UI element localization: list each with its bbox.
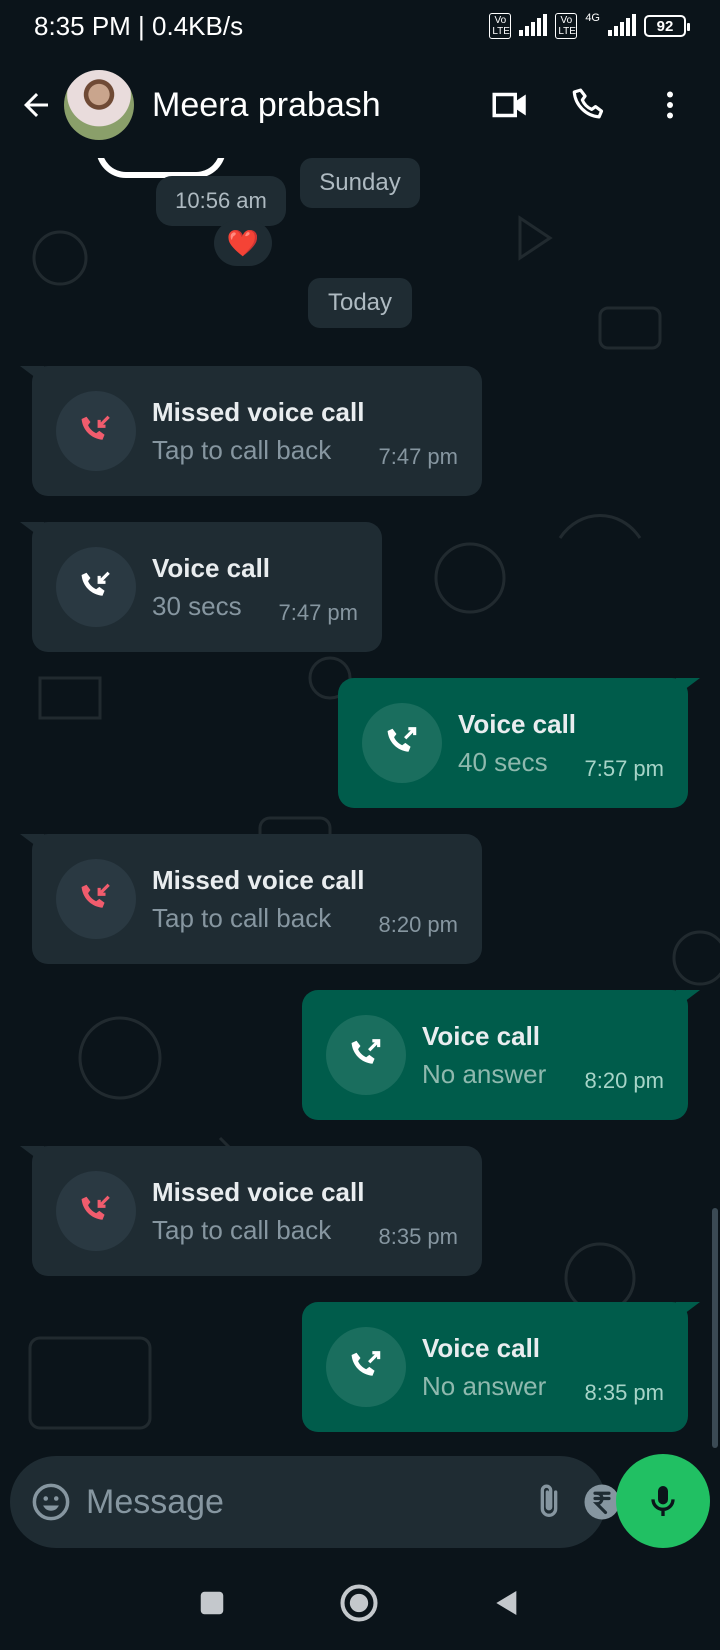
call-title: Voice call	[152, 553, 271, 583]
video-call-icon	[492, 92, 526, 118]
recent-apps-icon[interactable]	[197, 1588, 227, 1618]
call-icon-wrap	[326, 1015, 406, 1095]
mic-icon	[651, 1486, 675, 1516]
back-icon[interactable]	[491, 1587, 523, 1619]
call-icon-wrap	[56, 1171, 136, 1251]
missed-call-icon	[81, 1195, 110, 1220]
call-icon-wrap	[56, 547, 136, 627]
outgoing-call-icon	[351, 1039, 381, 1064]
call-icon-wrap	[56, 391, 136, 471]
call-bubble-missed[interactable]: Missed voice call Tap to call back 7:47 …	[20, 366, 482, 496]
message-input[interactable]	[86, 1472, 529, 1532]
chat-area[interactable]: 10:56 am ❤️ Sunday Today Missed voice ca…	[0, 158, 720, 1450]
reaction-badge[interactable]: ❤️	[214, 220, 272, 266]
attach-icon	[540, 1484, 558, 1517]
call-title: Missed voice call	[152, 1177, 365, 1207]
call-bubble-missed[interactable]: Missed voice call Tap to call back 8:20 …	[20, 834, 482, 964]
battery-level: 92	[656, 17, 674, 35]
call-time: 8:20 pm	[584, 1068, 665, 1093]
sticker-partial[interactable]	[96, 158, 226, 178]
call-time: 7:57 pm	[584, 756, 665, 781]
network-type: 4G	[585, 12, 600, 24]
back-arrow-icon	[24, 93, 48, 117]
incoming-call-icon	[81, 571, 110, 596]
call-bubble-missed[interactable]: Missed voice call Tap to call back 8:35 …	[20, 1146, 482, 1276]
call-time: 8:35 pm	[584, 1380, 665, 1405]
avatar[interactable]	[64, 70, 134, 140]
message-composer	[10, 1456, 674, 1548]
emoji-button[interactable]	[30, 1472, 72, 1532]
volte-badge-2: Vo LTE	[555, 13, 578, 39]
scrollbar[interactable]	[712, 1208, 718, 1448]
call-title: Voice call	[458, 709, 577, 739]
date-chip-today: Today	[308, 278, 412, 328]
status-bar: 8:35 PM | 0.4KB/s Vo LTE Vo LTE 4G 92	[0, 0, 720, 52]
sticker-time: 10:56 am	[156, 176, 286, 226]
call-time: 8:20 pm	[378, 912, 459, 937]
signal-icon	[519, 14, 548, 36]
system-nav-bar	[0, 1556, 720, 1650]
call-time: 7:47 pm	[278, 600, 359, 625]
missed-call-icon	[81, 415, 110, 440]
call-subtitle: 40 secs	[458, 747, 548, 777]
call-subtitle: No answer	[422, 1371, 547, 1401]
call-title: Voice call	[422, 1333, 541, 1363]
missed-call-icon	[81, 883, 110, 908]
call-title: Missed voice call	[152, 397, 365, 427]
call-time: 7:47 pm	[378, 444, 459, 469]
more-options-button[interactable]	[640, 75, 700, 135]
back-button[interactable]	[8, 77, 64, 133]
status-icons: Vo LTE Vo LTE 4G 92	[489, 12, 690, 39]
call-subtitle: No answer	[422, 1059, 547, 1089]
call-icon-wrap	[326, 1327, 406, 1407]
call-icon-wrap	[362, 703, 442, 783]
voice-call-button[interactable]	[560, 75, 620, 135]
contact-name[interactable]: Meera prabash	[152, 86, 480, 125]
more-vert-icon	[667, 91, 673, 119]
battery-icon: 92	[644, 15, 690, 37]
call-time: 8:35 pm	[378, 1224, 459, 1249]
outgoing-call-icon	[387, 727, 417, 752]
heart-reaction: ❤️	[226, 227, 260, 258]
call-subtitle: Tap to call back	[152, 903, 332, 933]
voice-record-button[interactable]	[616, 1454, 710, 1548]
chat-header: Meera prabash	[0, 52, 720, 158]
home-icon[interactable]	[337, 1581, 381, 1625]
phone-icon	[572, 88, 604, 119]
call-icon-wrap	[56, 859, 136, 939]
status-time-speed: 8:35 PM | 0.4KB/s	[34, 10, 244, 41]
outgoing-call-icon	[351, 1351, 381, 1376]
call-subtitle: 30 secs	[152, 591, 242, 621]
volte-badge: Vo LTE	[489, 13, 512, 39]
call-bubble-incoming[interactable]: Voice call 30 secs 7:47 pm	[20, 522, 382, 652]
emoji-icon	[32, 1483, 70, 1521]
call-bubble-outgoing[interactable]: Voice call No answer 8:20 pm	[302, 990, 700, 1120]
call-title: Missed voice call	[152, 865, 365, 895]
call-subtitle: Tap to call back	[152, 1215, 332, 1245]
video-call-button[interactable]	[480, 75, 540, 135]
call-title: Voice call	[422, 1021, 541, 1051]
call-bubble-outgoing[interactable]: Voice call No answer 8:35 pm	[302, 1302, 700, 1432]
call-subtitle: Tap to call back	[152, 435, 332, 465]
date-chip-sunday: Sunday	[300, 158, 420, 208]
signal-icon-2	[608, 14, 636, 36]
attach-button[interactable]	[529, 1474, 569, 1530]
call-bubble-outgoing[interactable]: Voice call 40 secs 7:57 pm	[338, 678, 700, 808]
